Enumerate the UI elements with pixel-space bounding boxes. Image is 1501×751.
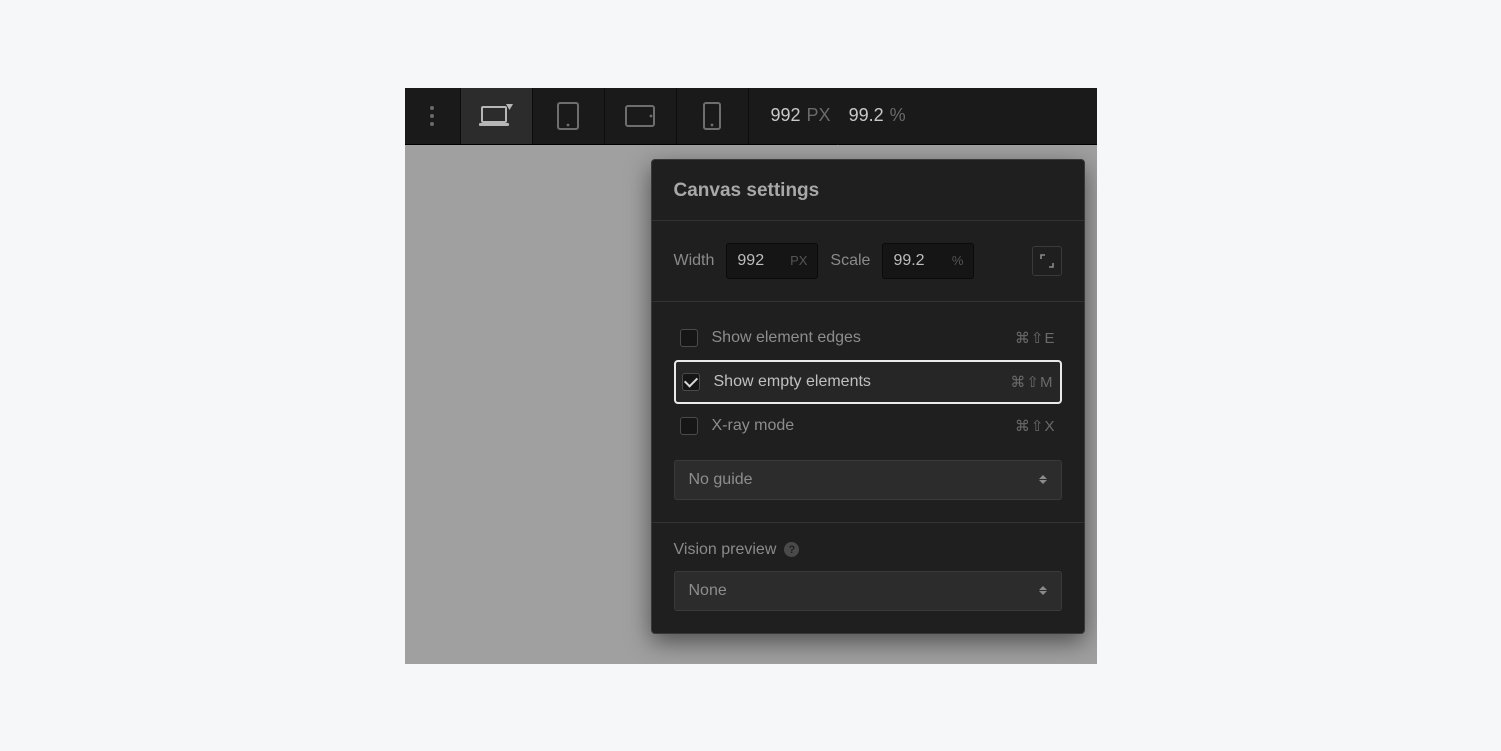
select-chevron-icon	[1039, 475, 1047, 484]
desktop-icon	[479, 104, 513, 128]
more-menu-button[interactable]	[405, 88, 461, 144]
checkbox-icon	[680, 417, 698, 435]
scale-label: Scale	[830, 252, 870, 270]
canvas-width-value: 992	[771, 105, 801, 126]
expand-icon	[1040, 254, 1054, 268]
check-label: X-ray mode	[712, 417, 795, 435]
check-label: Show element edges	[712, 329, 861, 347]
vision-preview-label: Vision preview	[674, 541, 777, 559]
canvas-settings-popover: Canvas settings Width 992 PX Scale 99.2 …	[651, 159, 1085, 634]
canvas-scale-value: 99.2	[849, 105, 884, 126]
tablet-portrait-icon	[557, 102, 579, 130]
popover-title: Canvas settings	[674, 180, 1062, 202]
popover-header: Canvas settings	[652, 160, 1084, 221]
more-vertical-icon	[430, 106, 434, 126]
guide-select-value: No guide	[689, 471, 753, 489]
toolbar: 992 PX 99.2 %	[405, 88, 1097, 145]
breakpoint-desktop-button[interactable]	[461, 88, 533, 144]
fit-to-screen-button[interactable]	[1032, 246, 1062, 276]
guide-select[interactable]: No guide	[674, 460, 1062, 500]
show-empty-elements-toggle[interactable]: Show empty elements ⌘⇧M	[674, 360, 1062, 404]
help-icon[interactable]: ?	[784, 542, 799, 557]
show-element-edges-toggle[interactable]: Show element edges ⌘⇧E	[674, 316, 1062, 360]
width-label: Width	[674, 252, 715, 270]
width-input-value: 992	[737, 252, 764, 270]
scale-input[interactable]: 99.2 %	[882, 243, 974, 279]
phone-icon	[703, 102, 721, 130]
canvas-scale-unit: %	[890, 105, 906, 126]
check-label: Show empty elements	[714, 373, 871, 391]
xray-mode-toggle[interactable]: X-ray mode ⌘⇧X	[674, 404, 1062, 448]
app-frame: 992 PX 99.2 % Canvas settings Width 992 …	[405, 88, 1097, 664]
canvas-options-group: Show element edges ⌘⇧E Show empty elemen…	[652, 302, 1084, 523]
select-chevron-icon	[1039, 586, 1047, 595]
checkbox-icon	[680, 329, 698, 347]
keyboard-shortcut: ⌘⇧M	[1010, 373, 1053, 391]
vision-preview-select[interactable]: None	[674, 571, 1062, 611]
breakpoint-phone-button[interactable]	[677, 88, 749, 144]
width-input[interactable]: 992 PX	[726, 243, 818, 279]
vision-preview-group: Vision preview ? None	[652, 523, 1084, 633]
scale-input-unit: %	[952, 253, 964, 268]
canvas-size-row: Width 992 PX Scale 99.2 %	[652, 221, 1084, 302]
vision-preview-value: None	[689, 582, 727, 600]
keyboard-shortcut: ⌘⇧X	[1015, 417, 1056, 435]
checkbox-checked-icon	[682, 373, 700, 391]
width-input-unit: PX	[790, 253, 807, 268]
scale-input-value: 99.2	[893, 252, 924, 270]
breakpoint-tablet-button[interactable]	[533, 88, 605, 144]
canvas-width-unit: PX	[807, 105, 831, 126]
keyboard-shortcut: ⌘⇧E	[1015, 329, 1056, 347]
breakpoint-tablet-landscape-button[interactable]	[605, 88, 677, 144]
tablet-landscape-icon	[625, 105, 655, 127]
canvas-zoom-readout[interactable]: 992 PX 99.2 %	[749, 88, 928, 144]
